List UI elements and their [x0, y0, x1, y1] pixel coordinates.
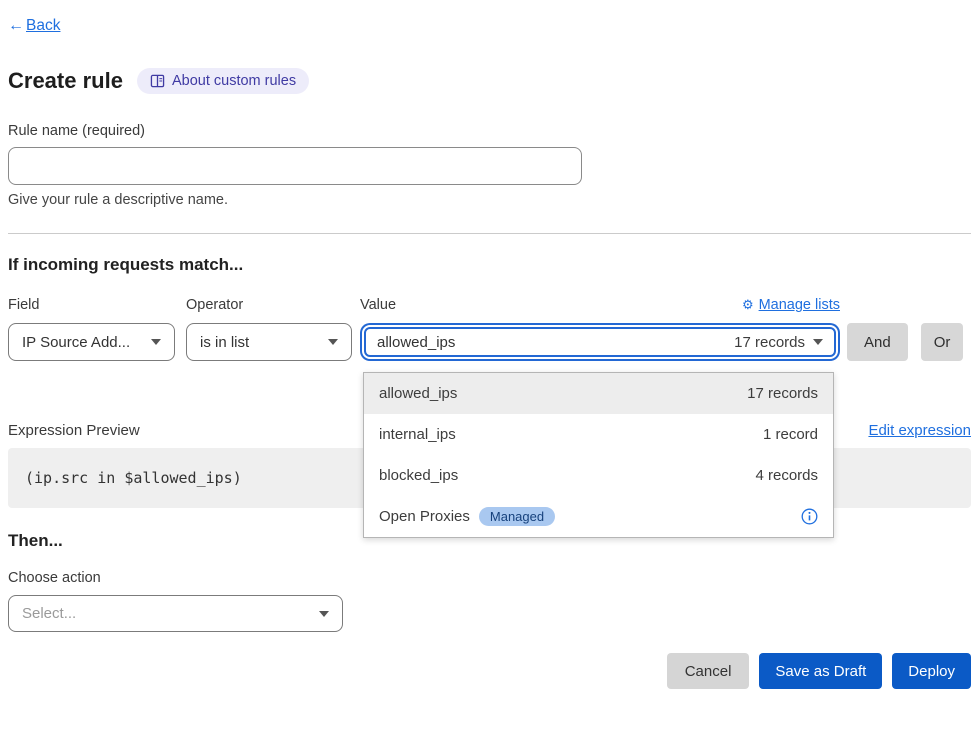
back-link-label: Back [26, 17, 60, 35]
list-option-name: internal_ips [379, 426, 456, 443]
back-row: ← Back [8, 17, 971, 39]
chevron-down-icon [328, 339, 338, 345]
or-button[interactable]: Or [921, 323, 964, 361]
list-option-meta: 17 records [747, 385, 818, 402]
expression-code: (ip.src in $allowed_ips) [25, 469, 242, 487]
list-option-meta: 1 record [763, 426, 818, 443]
back-arrow-icon: ← [8, 17, 24, 35]
match-section-heading: If incoming requests match... [8, 255, 971, 275]
managed-badge: Managed [479, 507, 555, 526]
manage-lists-label: Manage lists [759, 297, 840, 313]
save-as-draft-button[interactable]: Save as Draft [759, 653, 882, 689]
page-title: Create rule [8, 68, 123, 94]
action-select[interactable]: Select... [8, 595, 343, 632]
action-select-placeholder: Select... [22, 605, 76, 622]
and-button[interactable]: And [847, 323, 908, 361]
gear-icon[interactable]: ⚙ [742, 297, 754, 313]
cancel-button[interactable]: Cancel [667, 653, 750, 689]
value-select[interactable]: allowed_ips 17 records [364, 327, 836, 357]
rule-name-label: Rule name (required) [8, 123, 971, 139]
about-custom-rules-label: About custom rules [172, 73, 296, 89]
create-rule-page: ← Back Create rule About custom rules Ru… [0, 0, 979, 739]
chevron-down-icon [319, 611, 329, 617]
rule-builder-row: Field IP Source Add... Operator is in li… [8, 296, 971, 361]
expression-preview-label: Expression Preview [8, 422, 140, 439]
field-select[interactable]: IP Source Add... [8, 323, 175, 361]
list-option-name: allowed_ips [379, 385, 457, 402]
list-dropdown-panel: allowed_ips 17 records internal_ips 1 re… [363, 372, 834, 538]
footer-actions: Cancel Save as Draft Deploy [8, 653, 971, 689]
list-option-blocked-ips[interactable]: blocked_ips 4 records [364, 455, 833, 496]
value-select-wrapper: allowed_ips 17 records allowed_ips 17 re… [360, 323, 840, 361]
operator-select-value: is in list [200, 334, 249, 351]
back-link[interactable]: ← Back [8, 17, 60, 35]
list-option-internal-ips[interactable]: internal_ips 1 record [364, 414, 833, 455]
value-label: Value [360, 297, 396, 313]
about-custom-rules-link[interactable]: About custom rules [137, 68, 309, 94]
deploy-button[interactable]: Deploy [892, 653, 971, 689]
field-label: Field [8, 297, 39, 313]
operator-select[interactable]: is in list [186, 323, 352, 361]
info-icon[interactable] [801, 508, 818, 525]
list-option-allowed-ips[interactable]: allowed_ips 17 records [364, 373, 833, 414]
operator-label: Operator [186, 297, 243, 313]
title-row: Create rule About custom rules [8, 68, 971, 94]
list-option-meta: 4 records [755, 467, 818, 484]
rule-name-input[interactable] [8, 147, 582, 185]
value-select-records: 17 records [734, 334, 805, 351]
section-divider [8, 233, 971, 234]
rule-name-helper: Give your rule a descriptive name. [8, 192, 971, 208]
field-select-value: IP Source Add... [22, 334, 130, 351]
manage-lists-link[interactable]: ⚙ Manage lists [742, 297, 840, 313]
choose-action-label: Choose action [8, 570, 971, 586]
list-option-name: Open Proxies [379, 508, 470, 525]
chevron-down-icon [813, 339, 823, 345]
chevron-down-icon [151, 339, 161, 345]
value-select-value: allowed_ips [377, 334, 455, 351]
conjunction-buttons: And Or [847, 296, 963, 361]
edit-expression-link[interactable]: Edit expression [868, 422, 971, 439]
list-option-open-proxies[interactable]: Open Proxies Managed [364, 496, 833, 537]
list-option-name: blocked_ips [379, 467, 458, 484]
book-icon [150, 74, 165, 88]
